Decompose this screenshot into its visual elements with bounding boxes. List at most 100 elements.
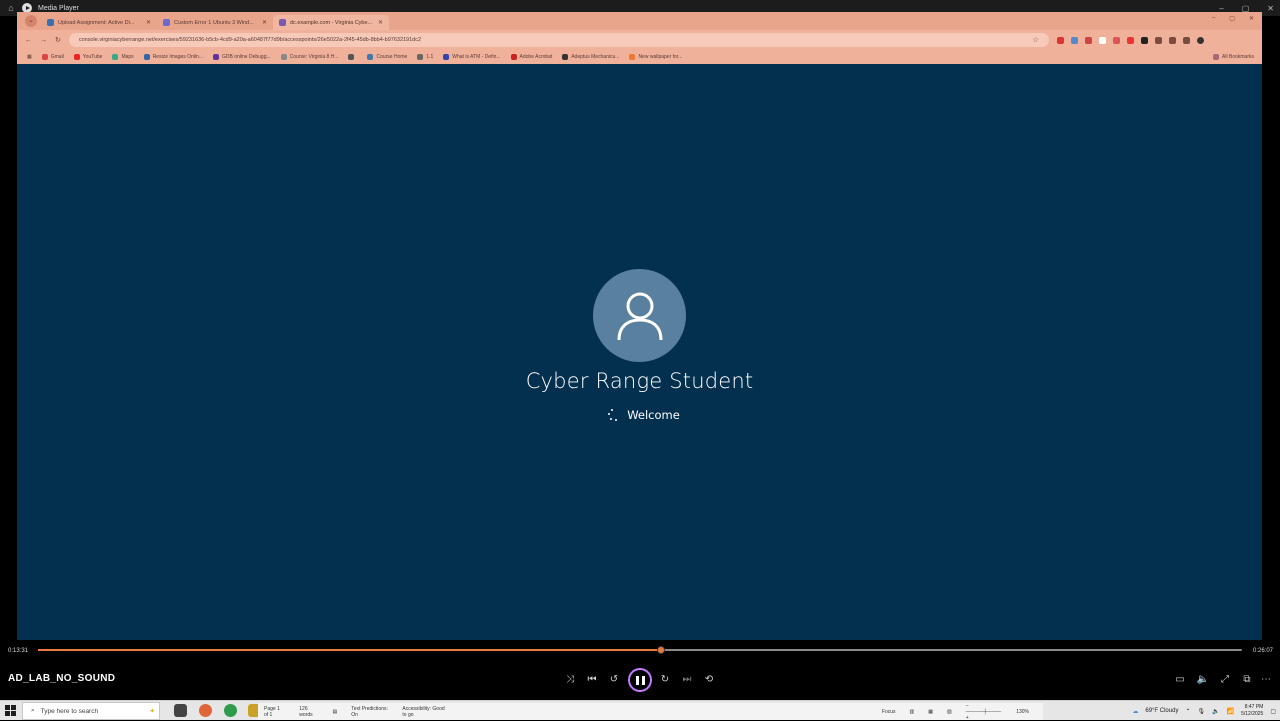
player-controls: 0:13:31 0:26:07 AD_LAB_NO_SOUND ⤨ ⏮ ↺ ↻ … <box>0 640 1280 700</box>
search-highlight-icon: ✦ <box>149 708 155 715</box>
welcome-screen: Cyber Range Student Welcome <box>17 68 1262 640</box>
close-icon: ✕ <box>1248 16 1254 22</box>
volume-tray-icon[interactable]: 🔈 <box>1212 708 1219 715</box>
extension-icon <box>1182 36 1190 44</box>
app-title: Media Player <box>38 4 79 12</box>
back-icon: ← <box>25 36 32 44</box>
media-title: AD_LAB_NO_SOUND <box>8 673 116 684</box>
sign-in-status: Welcome <box>17 408 1262 422</box>
network-icon[interactable]: 📶 <box>1227 708 1234 715</box>
taskbar: ⌕ Type here to search ✦ Page 1 of 1 126 … <box>0 700 1280 721</box>
extension-icon <box>1154 36 1162 44</box>
tab-favicon-icon <box>163 19 170 26</box>
shuffle-icon[interactable]: ⤨ <box>562 671 578 687</box>
bookmark-item: 1.1 <box>417 54 433 60</box>
microphone-icon[interactable]: 🎙 <box>1197 708 1205 715</box>
clock-time: 8:47 PM <box>1244 704 1264 710</box>
reload-icon: ↻ <box>55 37 61 44</box>
tab-search-icon: ⌄ <box>25 15 37 27</box>
rewind-icon[interactable]: ↺ <box>606 671 622 687</box>
previous-icon[interactable]: ⏮ <box>584 671 600 687</box>
profile-icon <box>1196 36 1204 44</box>
weather-text[interactable]: 69°F Cloudy <box>1145 708 1178 714</box>
page-count: Page 1 of 1 <box>264 705 280 718</box>
bookmark-item: Adobe Acrobat <box>510 54 552 60</box>
current-time: 0:13:31 <box>8 648 29 654</box>
extension-icon <box>1098 36 1106 44</box>
clock[interactable]: 8:47 PM 5/12/2025 <box>1241 704 1263 718</box>
word-count: 126 words <box>299 705 313 718</box>
captions-icon[interactable]: ▭ <box>1172 671 1188 687</box>
bookmarks-bar: ▦ Gmail YouTube Maps Resize Images Onlin… <box>17 50 1262 64</box>
start-button[interactable] <box>5 705 16 716</box>
bookmark-item <box>348 54 357 60</box>
clock-date: 5/12/2025 <box>1241 711 1264 717</box>
restore-icon: ▢ <box>1229 16 1235 22</box>
extension-icon <box>1084 36 1092 44</box>
bookmark-item: YouTube <box>73 54 102 60</box>
extension-icon <box>1112 36 1120 44</box>
word-status-bar: Page 1 of 1 126 words ▤ Text Predictions… <box>258 703 1043 721</box>
total-time: 0:26:07 <box>1253 648 1274 654</box>
zoom-level[interactable]: 130% <box>1016 709 1029 715</box>
loading-spinner-icon <box>607 409 618 421</box>
bookmark-item: Course Home <box>367 54 407 60</box>
pause-icon <box>635 675 645 685</box>
forward-icon: → <box>40 36 47 44</box>
minimize-icon: – <box>1211 15 1216 21</box>
repeat-icon[interactable]: ⟲ <box>701 671 717 687</box>
zoom-slider[interactable]: – ─────┼──── + <box>966 703 1003 721</box>
tab-favicon-icon <box>279 19 286 26</box>
seek-progress <box>38 649 662 651</box>
close-icon: ✕ <box>377 20 383 26</box>
focus-button[interactable]: Focus <box>882 709 896 715</box>
seek-thumb[interactable] <box>657 646 666 654</box>
mini-player-icon[interactable]: ⧉ <box>1239 671 1255 687</box>
browser-tab-active: dc.example.com - Virginia Cybe... ✕ <box>273 15 389 30</box>
volume-icon[interactable]: 🔈 <box>1195 671 1211 687</box>
task-view-icon[interactable] <box>174 704 187 717</box>
address-url: console.virginiacyberrange.net/exercises… <box>78 37 422 43</box>
close-icon: ✕ <box>145 20 151 26</box>
bookmark-item: What is ATM - Defin... <box>443 54 501 60</box>
extension-icon <box>1056 36 1064 44</box>
taskbar-search[interactable]: ⌕ Type here to search ✦ <box>22 702 160 720</box>
more-options-icon[interactable]: ⋯ <box>1258 671 1274 687</box>
browser-toolbar: ← → ↻ console.virginiacyberrange.net/exe… <box>17 30 1262 50</box>
video-frame[interactable]: ⌄ Upload Assignment: Active Di... ✕ Cust… <box>17 12 1262 640</box>
extension-icon <box>1070 36 1078 44</box>
read-mode-icon[interactable]: ▥ <box>910 709 915 715</box>
seek-bar[interactable] <box>38 646 1242 654</box>
search-icon: ⌕ <box>31 707 35 714</box>
chrome-icon[interactable] <box>224 704 237 717</box>
extensions-area <box>1056 36 1204 44</box>
tab-title: dc.example.com - Virginia Cybe... <box>290 19 373 26</box>
address-bar: console.virginiacyberrange.net/exercises… <box>68 33 1049 47</box>
browser-tab: Upload Assignment: Active Di... ✕ <box>41 15 157 30</box>
tab-favicon-icon <box>47 19 54 26</box>
browser-window-controls: – ▢ ✕ <box>1212 15 1254 22</box>
next-icon[interactable]: ⏭ <box>679 671 695 687</box>
text-predictions[interactable]: Text Predictions: On <box>351 706 388 718</box>
notifications-icon[interactable]: ▢ <box>1270 708 1276 715</box>
fast-forward-icon[interactable]: ↻ <box>657 671 673 687</box>
download-icon <box>1168 36 1176 44</box>
bookmark-item: Adeptus Mechanicu... <box>562 54 619 60</box>
search-placeholder: Type here to search <box>40 707 99 715</box>
pause-button[interactable] <box>628 668 652 692</box>
bookmark-item: Resize Images Onlin... <box>143 54 203 60</box>
apps-icon: ▦ <box>27 54 32 60</box>
user-avatar-icon <box>593 269 686 362</box>
browser-tab-strip: ⌄ Upload Assignment: Active Di... ✕ Cust… <box>17 12 1262 30</box>
hidden-icons-chevron-icon[interactable]: ⌃ <box>1185 708 1190 715</box>
all-bookmarks: All Bookmarks <box>1213 54 1254 60</box>
proofing-icon: ▤ <box>332 708 338 715</box>
accessibility-status[interactable]: Accessibility: Good to go <box>402 706 448 718</box>
app-icon[interactable] <box>199 704 212 717</box>
status-text: Welcome <box>627 408 680 422</box>
print-layout-icon[interactable]: ▦ <box>928 709 933 715</box>
fullscreen-icon[interactable]: ⤢ <box>1217 671 1233 687</box>
close-button[interactable]: ✕ <box>1267 4 1274 13</box>
web-layout-icon[interactable]: ▧ <box>947 709 952 715</box>
browser-tab: Custom Error 1 Ubuntu 3 Wind... ✕ <box>157 15 273 30</box>
